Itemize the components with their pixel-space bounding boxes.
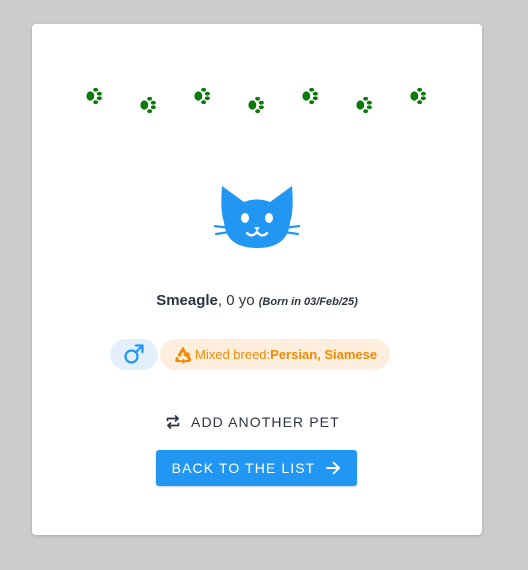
pet-name: Smeagle bbox=[156, 292, 218, 309]
pet-age: , 0 yo bbox=[217, 292, 255, 309]
paw-print-icon bbox=[191, 85, 213, 107]
back-to-list-button[interactable]: BACK TO THE LIST bbox=[156, 450, 357, 486]
male-symbol-icon bbox=[124, 344, 144, 364]
repeat-icon bbox=[166, 415, 180, 429]
back-to-list-label: BACK TO THE LIST bbox=[171, 460, 316, 476]
paw-print-icon bbox=[245, 94, 267, 116]
cat-face-icon bbox=[214, 182, 300, 252]
pet-birth-date: (Born in 03/Feb/25) bbox=[258, 296, 358, 308]
pet-card: Smeagle, 0 yo (Born in 03/Feb/25) Mixed … bbox=[32, 24, 482, 535]
add-another-pet-label: ADD ANOTHER PET bbox=[191, 414, 340, 430]
paw-print-icon bbox=[137, 94, 159, 116]
pet-summary: Smeagle, 0 yo (Born in 03/Feb/25) bbox=[32, 292, 482, 309]
paw-print-icon bbox=[353, 94, 375, 116]
breed-label: Mixed breed: bbox=[195, 346, 271, 362]
gender-chip bbox=[110, 338, 158, 370]
paw-print-icon bbox=[83, 85, 105, 107]
paw-print-icon bbox=[299, 85, 321, 107]
arrow-right-icon bbox=[326, 461, 341, 475]
recycle-icon bbox=[175, 346, 192, 364]
breed-chip: Mixed breed: Persian, Siamese bbox=[160, 338, 391, 370]
add-another-pet-button[interactable]: ADD ANOTHER PET bbox=[165, 410, 340, 434]
breed-values: Persian, Siamese bbox=[270, 346, 378, 362]
paw-prints-decoration bbox=[32, 24, 482, 144]
paw-print-icon bbox=[407, 85, 429, 107]
pet-attributes: Mixed breed: Persian, Siamese bbox=[110, 338, 391, 370]
